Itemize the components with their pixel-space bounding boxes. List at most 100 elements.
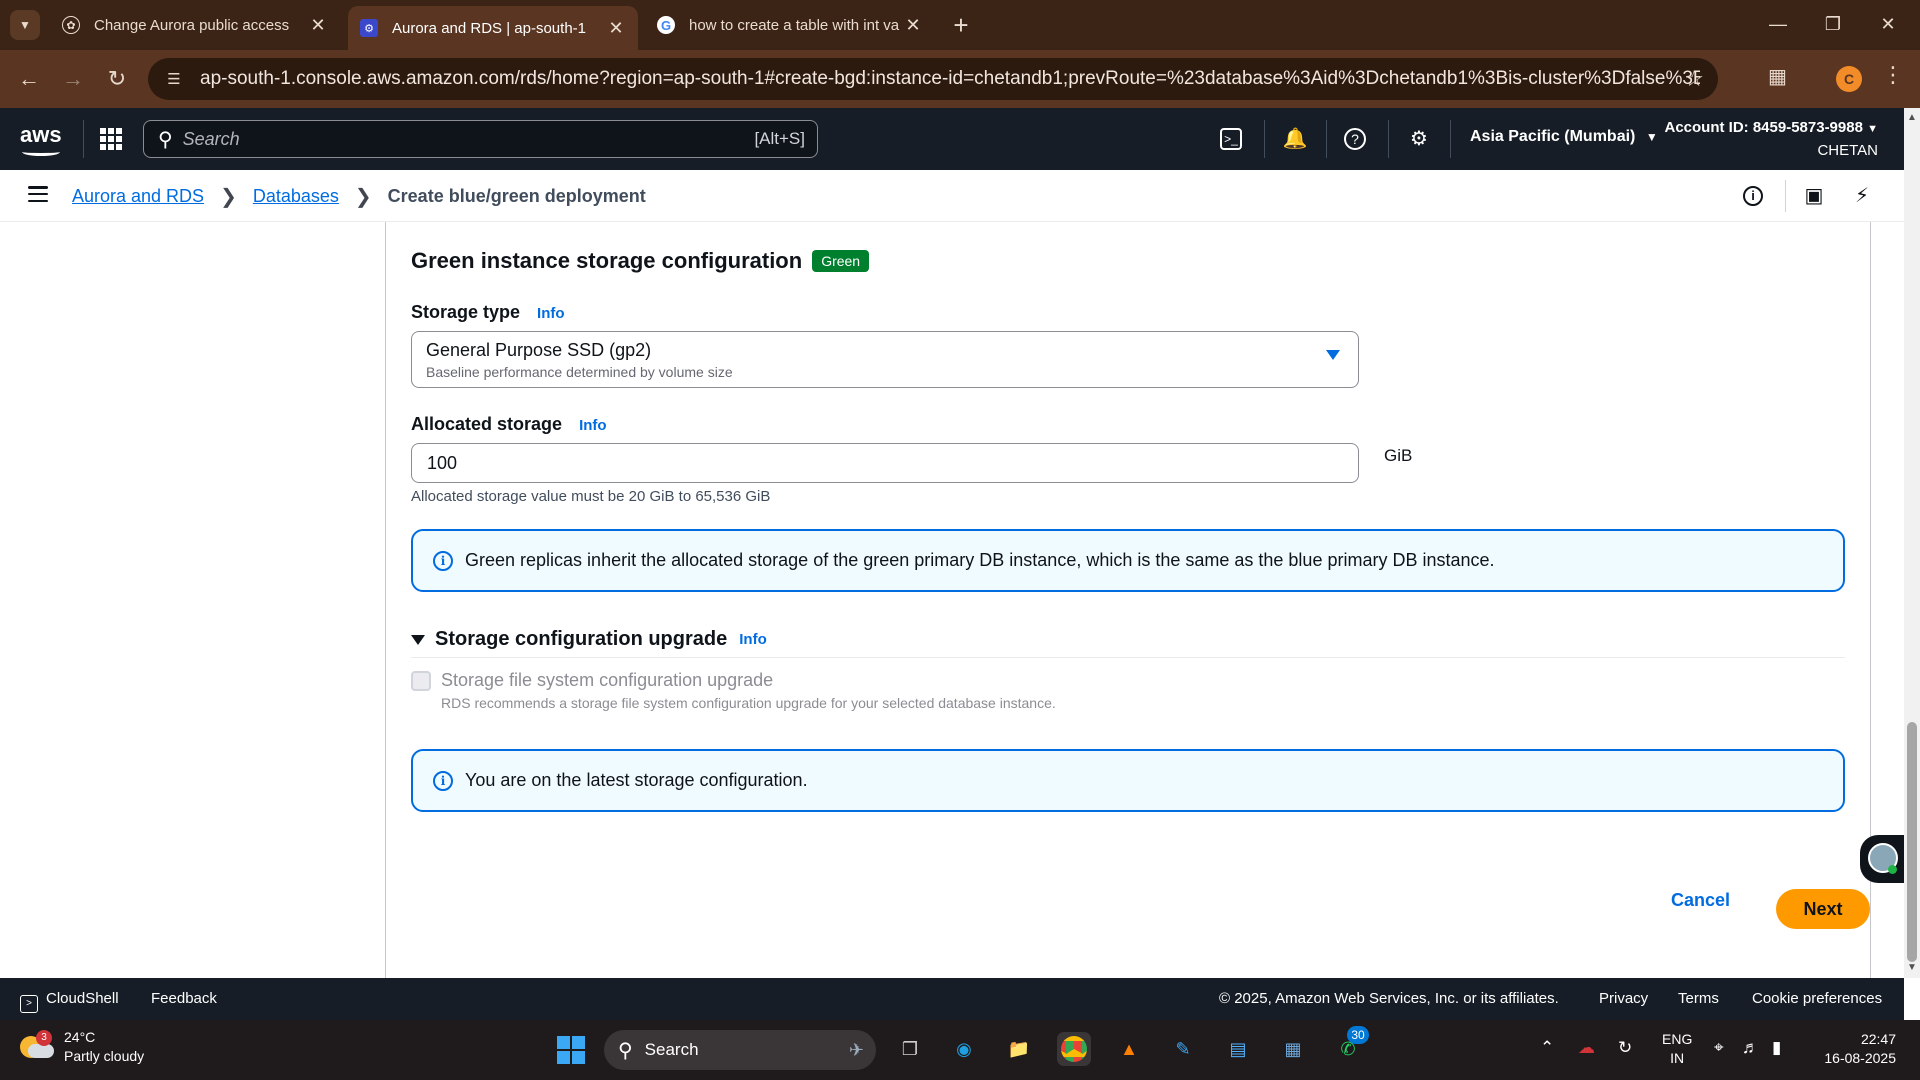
account-menu[interactable]: Account ID: 8459-5873-9988 ▼ CHETAN (1665, 117, 1879, 162)
chevron-down-icon: ▼ (19, 18, 31, 32)
caret-down-icon: ▼ (1867, 123, 1878, 135)
battery-icon[interactable]: ▮ (1772, 1038, 1781, 1058)
cancel-button[interactable]: Cancel (1671, 890, 1730, 911)
console-footer: > CloudShell Feedback © 2025, Amazon Web … (0, 978, 1904, 1020)
storage-upgrade-checkbox[interactable] (411, 671, 431, 691)
latest-config-alert: i You are on the latest storage configur… (411, 749, 1845, 812)
close-icon[interactable]: ✕ (903, 15, 923, 36)
volume-icon[interactable]: ♬ (1742, 1038, 1759, 1058)
caret-down-icon: ▼ (1645, 130, 1658, 144)
back-arrow-icon[interactable]: ← (14, 64, 44, 94)
profile-avatar[interactable]: C (1836, 66, 1862, 92)
search-shortcut: [Alt+S] (754, 129, 805, 148)
scroll-up-arrow-icon[interactable]: ▲ (1906, 112, 1918, 123)
close-icon[interactable]: ✕ (606, 18, 626, 39)
section-title: Green instance storage configuration Gre… (411, 248, 870, 274)
region-selector[interactable]: Asia Pacific (Mumbai) ▼ (1470, 128, 1658, 146)
notepad-icon[interactable]: ▤ (1221, 1032, 1255, 1066)
help-icon[interactable]: ? (1344, 128, 1366, 150)
chevron-right-icon: ❯ (220, 186, 237, 208)
file-explorer-icon[interactable]: 📁 (1002, 1032, 1036, 1066)
breadcrumb-aurora-rds[interactable]: Aurora and RDS (72, 186, 204, 207)
address-bar[interactable]: ☰ ap-south-1.console.aws.amazon.com/rds/… (148, 58, 1718, 100)
restore-icon[interactable]: ❐ (1813, 8, 1853, 40)
breadcrumb-current: Create blue/green deployment (387, 186, 646, 206)
notifications-panel-icon[interactable]: ▣ (1802, 184, 1826, 208)
tab-search-button[interactable]: ▼ (10, 10, 40, 40)
services-grid-icon[interactable] (100, 128, 122, 150)
browser-tab-3[interactable]: G how to create a table with int va ✕ (645, 6, 935, 44)
taskbar-search-label: Search (644, 1040, 699, 1059)
edge-browser-icon[interactable]: ◉ (947, 1032, 981, 1066)
terms-link[interactable]: Terms (1678, 990, 1719, 1007)
settings-panel-icon[interactable]: ⚡ (1850, 184, 1874, 208)
aws-search-input[interactable]: ⚲ Search [Alt+S] (143, 120, 818, 158)
bookmark-star-icon[interactable]: ☆ (1684, 66, 1704, 92)
task-view-icon[interactable]: ❐ (893, 1032, 927, 1066)
page-scrollbar[interactable]: ▲ ▼ (1904, 108, 1920, 978)
paint-icon[interactable]: ✎ (1166, 1032, 1200, 1066)
browser-tab-strip: ▼ ✿ Change Aurora public access ✕ ⚙ Auro… (0, 0, 1920, 50)
storage-upgrade-info-link[interactable]: Info (739, 631, 767, 648)
info-circle-icon: i (433, 770, 453, 791)
time: 22:47 (1860, 1031, 1896, 1047)
window-close-icon[interactable]: ✕ (1868, 8, 1908, 40)
caret-down-icon (1326, 350, 1340, 360)
reload-icon[interactable]: ↻ (102, 64, 132, 94)
privacy-link[interactable]: Privacy (1599, 990, 1648, 1007)
allocated-storage-input[interactable]: 100 (411, 443, 1359, 483)
openai-favicon-icon: ✿ (62, 16, 80, 34)
allocated-storage-info-link[interactable]: Info (579, 417, 607, 434)
info-panel-icon[interactable]: i (1743, 186, 1763, 206)
cloudshell-icon[interactable]: >_ (1220, 128, 1242, 150)
copyright-text: © 2025, Amazon Web Services, Inc. or its… (1219, 990, 1559, 1007)
scroll-down-arrow-icon[interactable]: ▼ (1906, 962, 1918, 973)
extensions-puzzle-icon[interactable]: ▦ (1768, 64, 1796, 92)
scrollbar-thumb[interactable] (1907, 722, 1917, 962)
wifi-icon[interactable]: ⌖ (1714, 1038, 1724, 1058)
storage-type-value: General Purpose SSD (gp2) (426, 340, 652, 360)
search-highlight-icon: ✈ (848, 1039, 864, 1060)
new-tab-plus-icon[interactable]: + (946, 10, 976, 40)
divider (411, 657, 1845, 658)
breadcrumb-databases[interactable]: Databases (253, 186, 339, 207)
storage-type-select[interactable]: General Purpose SSD (gp2) Baseline perfo… (411, 331, 1359, 388)
cloudshell-link[interactable]: > CloudShell (20, 990, 119, 1013)
mysql-workbench-icon[interactable]: ▦ (1276, 1032, 1310, 1066)
gear-icon[interactable]: ⚙ (1406, 126, 1432, 152)
windows-start-icon[interactable] (557, 1036, 585, 1064)
tab-title: Aurora and RDS | ap-south-1 (392, 19, 586, 37)
url-text[interactable]: ap-south-1.console.aws.amazon.com/rds/ho… (200, 68, 1700, 90)
storage-upgrade-expander[interactable]: Storage configuration upgrade Info (411, 628, 767, 651)
tab-title: Change Aurora public access (94, 16, 290, 34)
browser-tab-1[interactable]: ✿ Change Aurora public access ✕ (50, 6, 340, 44)
partly-cloudy-icon: 3 (20, 1030, 54, 1062)
chevron-up-icon[interactable]: ⌃ (1540, 1038, 1554, 1058)
hamburger-menu-icon[interactable] (28, 186, 48, 202)
browser-tab-2[interactable]: ⚙ Aurora and RDS | ap-south-1 ✕ (348, 6, 638, 50)
browser-menu-icon[interactable]: ⋮ (1882, 62, 1904, 88)
taskbar-search[interactable]: ⚲ Search ✈ (604, 1030, 876, 1070)
clock[interactable]: 22:47 16-08-2025 (1816, 1030, 1896, 1068)
aws-top-nav: aws ⚲ Search [Alt+S] >_ 🔔 ? ⚙ Asia Pacif… (0, 108, 1904, 170)
feedback-link[interactable]: Feedback (151, 990, 217, 1007)
sync-icon[interactable]: ↻ (1618, 1038, 1632, 1058)
weather-widget[interactable]: 3 24°C Partly cloudy (20, 1028, 144, 1066)
vlc-icon[interactable]: ▲ (1112, 1032, 1146, 1066)
site-settings-icon[interactable]: ☰ (162, 67, 186, 91)
minimize-icon[interactable]: — (1758, 8, 1798, 40)
chat-assistant-avatar[interactable] (1860, 835, 1904, 883)
onedrive-icon[interactable]: ☁ (1578, 1038, 1595, 1058)
storage-unit: GiB (1384, 446, 1413, 465)
chrome-icon[interactable] (1057, 1032, 1091, 1066)
storage-type-info-link[interactable]: Info (537, 305, 565, 322)
cookie-preferences-link[interactable]: Cookie preferences (1752, 990, 1882, 1007)
search-icon: ⚲ (618, 1039, 633, 1062)
next-button[interactable]: Next (1776, 889, 1870, 929)
tab-title: how to create a table with int va (689, 16, 900, 34)
close-icon[interactable]: ✕ (308, 15, 328, 36)
aws-logo[interactable]: aws (20, 122, 62, 156)
language-indicator[interactable]: ENG IN (1662, 1030, 1692, 1068)
bell-icon[interactable]: 🔔 (1282, 126, 1308, 152)
forward-arrow-icon[interactable]: → (58, 64, 88, 94)
